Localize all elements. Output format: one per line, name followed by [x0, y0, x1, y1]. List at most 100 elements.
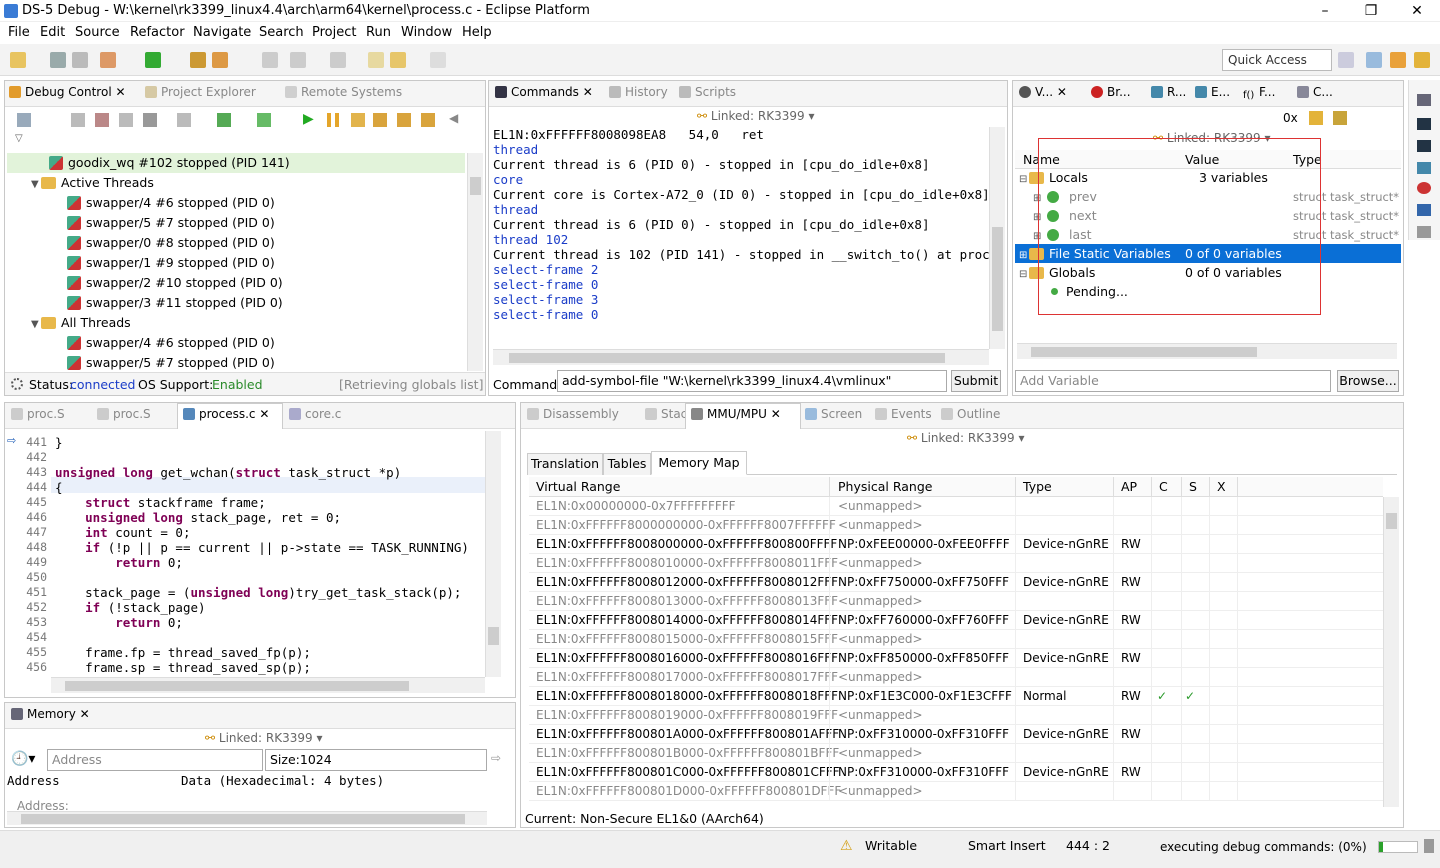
pin-icon[interactable] — [1309, 111, 1323, 125]
tab-core-c[interactable]: core.c — [289, 407, 341, 427]
add-variable-input[interactable]: Add Variable — [1015, 370, 1331, 392]
search-tool-icon[interactable] — [212, 52, 228, 68]
tab-proc-s-2[interactable]: proc.S — [97, 407, 151, 427]
command-input[interactable]: add-symbol-file "W:\kernel\rk3399_linux4… — [557, 370, 947, 392]
error-log-icon[interactable] — [1417, 182, 1431, 194]
tab-events[interactable]: Events — [875, 407, 932, 427]
thread-row[interactable]: swapper/0 #8 stopped (PID 0) — [67, 233, 275, 253]
menu-refactor[interactable]: Refactor — [130, 25, 185, 40]
open-type-icon[interactable] — [190, 52, 206, 68]
back-icon[interactable] — [368, 52, 384, 68]
memory-address-input[interactable]: Address — [47, 749, 263, 771]
chevron-down-icon[interactable]: ▼ — [31, 315, 41, 335]
tab-variables[interactable]: V... ✕ — [1019, 85, 1067, 105]
tab-registers[interactable]: R... — [1151, 85, 1186, 105]
menu-run[interactable]: Run — [366, 25, 391, 40]
table-row[interactable]: EL1N:0xFFFFFF8008013000-0xFFFFFF8008013F… — [529, 592, 1383, 611]
pause-icon[interactable] — [327, 113, 339, 127]
outline-icon[interactable] — [1417, 204, 1431, 216]
remove-icon[interactable] — [119, 113, 133, 127]
debug-tree-scrollbar[interactable] — [467, 153, 483, 371]
tab-scripts[interactable]: Scripts — [679, 85, 736, 105]
run-icon[interactable] — [145, 52, 161, 68]
history-dropdown-icon[interactable]: 🕘▾ — [11, 751, 35, 767]
tab-remote-systems[interactable]: Remote Systems — [285, 85, 402, 105]
tab-outline[interactable]: Outline — [941, 407, 1000, 427]
tab-expressions[interactable]: E... — [1195, 85, 1230, 105]
column-ap[interactable]: AP — [1121, 479, 1137, 494]
last-edit-icon[interactable] — [330, 52, 346, 68]
tab-disassembly[interactable]: Disassembly — [527, 407, 619, 427]
reconnect-icon[interactable] — [257, 113, 271, 127]
chevron-down-icon[interactable]: ▼ — [31, 175, 41, 195]
column-physical-range[interactable]: Physical Range — [838, 479, 932, 494]
ds5-perspective-icon[interactable] — [1414, 52, 1430, 68]
step-over-icon[interactable] — [373, 113, 387, 127]
code-line[interactable]: } — [55, 435, 63, 450]
menu-edit[interactable]: Edit — [40, 25, 65, 40]
collapse-arrow-icon[interactable]: ▽ — [15, 133, 23, 144]
close-button[interactable]: ✕ — [1394, 0, 1440, 22]
subtab-translation[interactable]: Translation — [527, 453, 603, 475]
go-arrow-icon[interactable]: ⇨ — [491, 751, 501, 765]
menu-source[interactable]: Source — [75, 25, 120, 40]
tab-breakpoints[interactable]: Br... — [1091, 85, 1131, 105]
target-console-icon[interactable] — [1417, 140, 1431, 152]
table-row[interactable]: EL1N:0xFFFFFF800801A000-0xFFFFFF800801AF… — [529, 725, 1383, 744]
minimize-button[interactable]: – — [1302, 0, 1348, 22]
back-history-icon[interactable] — [390, 52, 406, 68]
annotation-icon[interactable] — [262, 52, 278, 68]
tab-process-c[interactable]: process.c ✕ — [183, 407, 269, 427]
link-toggle-icon[interactable] — [1333, 111, 1347, 125]
next-annotation-icon[interactable] — [290, 52, 306, 68]
table-row[interactable]: EL1N:0xFFFFFF800801C000-0xFFFFFF800801CF… — [529, 763, 1383, 782]
memory-hscroll[interactable] — [7, 811, 487, 825]
debug-perspective-icon[interactable] — [1390, 52, 1406, 68]
table-row[interactable]: EL1N:0xFFFFFF8008000000-0xFFFFFF800800FF… — [529, 535, 1383, 554]
code-line[interactable]: stack_page = (unsigned long)try_get_task… — [55, 585, 461, 600]
save-icon[interactable] — [50, 52, 66, 68]
code-line[interactable]: unsigned long get_wchan(struct task_stru… — [55, 465, 401, 480]
tab-project-explorer[interactable]: Project Explorer — [145, 85, 256, 105]
code-line[interactable]: return 0; — [55, 615, 183, 630]
code-line[interactable]: { — [55, 480, 63, 495]
tab-commands[interactable]: Commands ✕ — [495, 85, 593, 105]
table-row[interactable]: EL1N:0xFFFFFF8008014000-0xFFFFFF8008014F… — [529, 611, 1383, 630]
maximize-button[interactable]: ❐ — [1348, 0, 1394, 22]
column-virtual-range[interactable]: Virtual Range — [536, 479, 620, 494]
commands-linked[interactable]: ⚯ Linked: RK3399 ▾ — [697, 109, 814, 123]
mmu-linked[interactable]: ⚯ Linked: RK3399 ▾ — [907, 431, 1024, 445]
forward-icon[interactable] — [430, 52, 446, 68]
browse-button[interactable]: Browse... — [1337, 370, 1399, 392]
code-line[interactable]: if (!stack_page) — [55, 600, 205, 615]
remove-all-icon[interactable] — [143, 113, 157, 127]
menu-file[interactable]: File — [8, 25, 30, 40]
table-row[interactable]: EL1N:0xFFFFFF800801D000-0xFFFFFF800801DF… — [529, 782, 1383, 801]
open-perspective-icon[interactable] — [1338, 52, 1354, 68]
thread-row[interactable]: swapper/1 #9 stopped (PID 0) — [67, 253, 275, 273]
connect-icon[interactable] — [71, 113, 85, 127]
code-line[interactable]: return 0; — [55, 555, 183, 570]
column-x[interactable]: X — [1217, 479, 1226, 494]
table-row[interactable]: EL1N:0x00000000-0x7FFFFFFFFF <unmapped> — [529, 497, 1383, 516]
thread-row[interactable]: swapper/5 #7 stopped (PID 0) — [67, 353, 275, 373]
tab-debug-control[interactable]: Debug Control ✕ — [9, 85, 126, 105]
hex-format-button[interactable]: 0x — [1283, 111, 1298, 125]
thread-row[interactable]: swapper/3 #11 stopped (PID 0) — [67, 293, 283, 313]
tab-history[interactable]: History — [609, 85, 668, 105]
code-line[interactable]: int count = 0; — [55, 525, 190, 540]
thread-row[interactable]: swapper/4 #6 stopped (PID 0) — [67, 193, 275, 213]
expand-icon[interactable]: ⊟ — [1019, 170, 1029, 190]
step-mode-icon[interactable] — [177, 113, 191, 127]
new-icon[interactable] — [10, 52, 26, 68]
subtab-memory-map[interactable]: Memory Map — [651, 451, 747, 475]
table-row[interactable]: EL1N:0xFFFFFF8008012000-0xFFFFFF8008012F… — [529, 573, 1383, 592]
tools-icon[interactable] — [1417, 226, 1431, 238]
step-out-icon[interactable] — [397, 113, 411, 127]
collapse-icon[interactable] — [17, 113, 31, 127]
submit-button[interactable]: Submit — [951, 370, 1001, 392]
menu-navigate[interactable]: Navigate — [193, 25, 251, 40]
table-row[interactable]: EL1N:0xFFFFFF8008018000-0xFFFFFF8008018F… — [529, 687, 1383, 706]
thread-row[interactable]: swapper/2 #10 stopped (PID 0) — [67, 273, 283, 293]
table-row[interactable]: EL1N:0xFFFFFF8008017000-0xFFFFFF8008017F… — [529, 668, 1383, 687]
